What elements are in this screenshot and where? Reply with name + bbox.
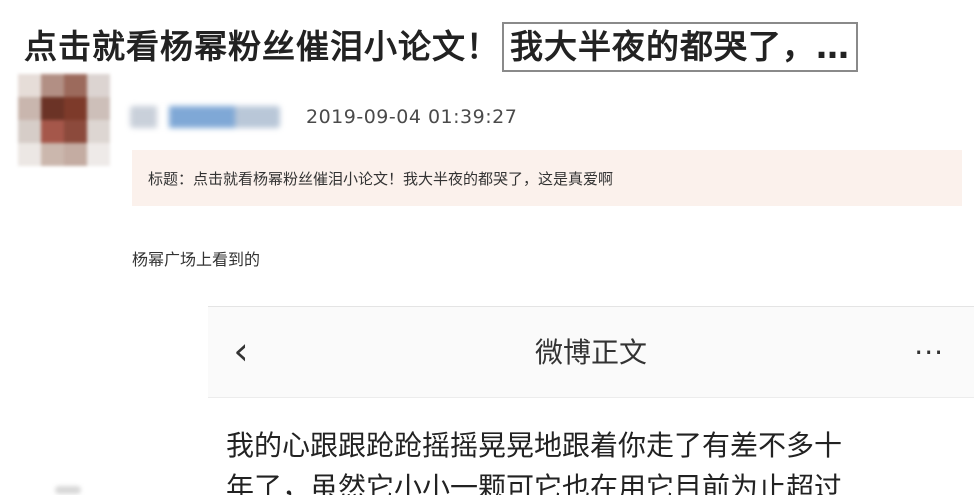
more-dots-icon: ··· — [914, 336, 944, 369]
avatar-pixel — [41, 74, 64, 97]
avatar-pixel — [87, 143, 110, 166]
post-title-main: 点击就看杨幂粉丝催泪小论文！ — [24, 27, 500, 66]
weibo-body-line: 我的心跟跟跄跄摇摇晃晃地跟着你走了有差不多十 — [226, 429, 843, 462]
avatar[interactable] — [18, 74, 110, 166]
avatar-pixel — [18, 97, 41, 120]
avatar-pixel — [41, 143, 64, 166]
avatar-pixel — [18, 120, 41, 143]
username-blurred[interactable] — [130, 106, 280, 128]
weibo-body-line: 年了，虽然它小小一颗可它也在用它目前为止超过 — [226, 471, 843, 495]
post-title-highlight: 我大半夜的都哭了，… — [502, 22, 858, 72]
avatar-pixel — [64, 74, 87, 97]
avatar-pixel — [41, 120, 64, 143]
avatar-pixel — [87, 120, 110, 143]
weibo-nav-title: 微博正文 — [534, 336, 647, 369]
weibo-nav-bar: ‹ 微博正文 ··· — [208, 307, 974, 398]
avatar-pixel — [87, 74, 110, 97]
post-body: 杨幂广场上看到的 — [132, 250, 261, 269]
embedded-weibo-screenshot: ‹ 微博正文 ··· 我的心跟跟跄跄摇摇晃晃地跟着你走了有差不多十 年了，虽然它… — [208, 306, 974, 495]
post-title: 点击就看杨幂粉丝催泪小论文！ 我大半夜的都哭了，… — [24, 18, 964, 76]
avatar-pixel — [87, 97, 110, 120]
thread-title-text: 标题：点击就看杨幂粉丝催泪小论文！我大半夜的都哭了，这是真爱啊 — [148, 169, 614, 188]
weibo-body-text: 我的心跟跟跄跄摇摇晃晃地跟着你走了有差不多十 年了，虽然它小小一颗可它也在用它目… — [226, 425, 946, 495]
thread-title-box: 标题：点击就看杨幂粉丝催泪小论文！我大半夜的都哭了，这是真爱啊 — [132, 150, 962, 206]
avatar-pixel — [64, 143, 87, 166]
avatar-pixel — [64, 97, 87, 120]
user-row: 2019-09-04 01:39:27 — [130, 100, 517, 134]
avatar-pixel — [64, 120, 87, 143]
avatar-pixel — [18, 74, 41, 97]
avatar-pixel — [18, 143, 41, 166]
avatar-pixel — [41, 97, 64, 120]
post-timestamp: 2019-09-04 01:39:27 — [306, 106, 518, 128]
blurred-fragment — [55, 486, 81, 494]
